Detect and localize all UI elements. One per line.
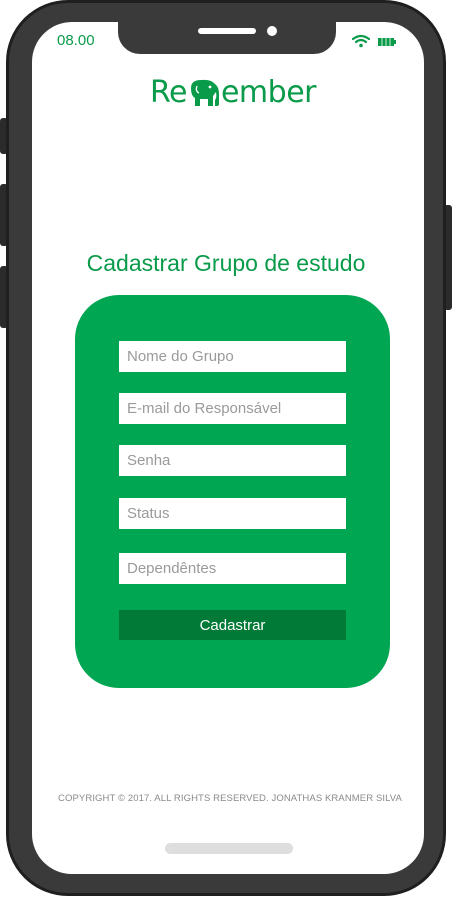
home-indicator[interactable] xyxy=(165,843,293,854)
responsible-email-input[interactable] xyxy=(119,393,346,424)
wifi-icon xyxy=(352,34,370,48)
phone-notch xyxy=(118,22,336,54)
password-input[interactable] xyxy=(119,445,346,476)
front-camera xyxy=(267,26,277,36)
group-name-input[interactable] xyxy=(119,341,346,372)
status-input[interactable] xyxy=(119,498,346,529)
copyright-text: COPYRIGHT © 2017. ALL RIGHTS RESERVED. J… xyxy=(58,793,402,804)
register-button[interactable]: Cadastrar xyxy=(119,610,346,640)
logo-text-prefix: Re xyxy=(150,75,187,110)
logo-text-suffix: ember xyxy=(220,75,317,110)
page-title: Cadastrar Grupo de estudo xyxy=(86,250,366,276)
elephant-icon xyxy=(190,79,219,106)
app-logo: Re ember xyxy=(150,74,320,114)
battery-icon xyxy=(378,38,396,46)
dependents-input[interactable] xyxy=(119,553,346,584)
status-time: 08.00 xyxy=(57,32,95,49)
speaker-grille xyxy=(198,28,256,34)
